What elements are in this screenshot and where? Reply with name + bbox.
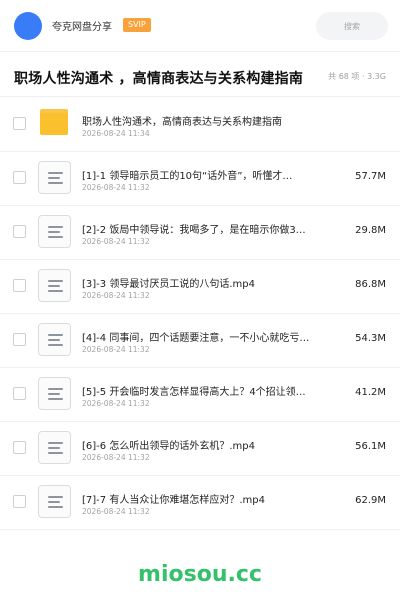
item-name: [4]-4 同事间，四个话题要注意，一不小心就吃亏… bbox=[82, 333, 310, 344]
document-icon bbox=[38, 323, 71, 356]
watermark-text: miosou.cc bbox=[138, 562, 262, 587]
folder-title-bar: 职场人性沟通术 ，高情商表达与关系构建指南 共 68 项 · 3.3G bbox=[0, 53, 400, 97]
share-header: 夸克网盘分享 SVIP bbox=[0, 0, 400, 52]
folder-meta: 共 68 项 · 3.3G bbox=[328, 72, 386, 81]
document-icon bbox=[38, 377, 71, 410]
svip-badge: SVIP bbox=[123, 18, 151, 32]
folder-icon bbox=[40, 109, 68, 135]
item-name: [2]-2 饭局中领导说：我喝多了，是在暗示你做3… bbox=[82, 225, 306, 236]
item-date: 2026-08-24 11:32 bbox=[82, 453, 150, 462]
list-item[interactable]: [4]-4 同事间，四个话题要注意，一不小心就吃亏… 2026-08-24 11… bbox=[0, 314, 400, 368]
document-icon bbox=[38, 269, 71, 302]
item-date: 2026-08-24 11:32 bbox=[82, 183, 150, 192]
list-item[interactable]: [3]-3 领导最讨厌员工说的八句话.mp4 2026-08-24 11:32 … bbox=[0, 260, 400, 314]
select-checkbox[interactable] bbox=[13, 117, 26, 130]
select-checkbox[interactable] bbox=[13, 171, 26, 184]
item-date: 2026-08-24 11:32 bbox=[82, 345, 150, 354]
item-size: 57.7M bbox=[355, 171, 386, 182]
document-icon bbox=[38, 431, 71, 464]
item-size: 62.9M bbox=[355, 495, 386, 506]
list-item[interactable]: [5]-5 开会临时发言怎样显得高大上？4个招让领… 2026-08-24 11… bbox=[0, 368, 400, 422]
item-name: [6]-6 怎么听出领导的话外玄机？.mp4 bbox=[82, 441, 255, 452]
item-name: [5]-5 开会临时发言怎样显得高大上？4个招让领… bbox=[82, 387, 306, 398]
item-name: [1]-1 领导暗示员工的10句“话外音”，听懂才… bbox=[82, 171, 293, 182]
item-name: 职场人性沟通术，高情商表达与关系构建指南 bbox=[82, 117, 282, 128]
select-checkbox[interactable] bbox=[13, 225, 26, 238]
item-size: 56.1M bbox=[355, 441, 386, 452]
select-checkbox[interactable] bbox=[13, 333, 26, 346]
item-date: 2026-08-24 11:34 bbox=[82, 129, 150, 138]
list-item[interactable]: [2]-2 饭局中领导说：我喝多了，是在暗示你做3… 2026-08-24 11… bbox=[0, 206, 400, 260]
item-date: 2026-08-24 11:32 bbox=[82, 237, 150, 246]
search-input[interactable] bbox=[316, 12, 388, 40]
item-date: 2026-08-24 11:32 bbox=[82, 291, 150, 300]
list-item-folder[interactable]: 职场人性沟通术，高情商表达与关系构建指南 2026-08-24 11:34 bbox=[0, 98, 400, 152]
item-date: 2026-08-24 11:32 bbox=[82, 399, 150, 408]
avatar[interactable] bbox=[14, 12, 42, 40]
list-item[interactable]: [7]-7 有人当众让你难堪怎样应对？.mp4 2026-08-24 11:32… bbox=[0, 476, 400, 530]
item-size: 41.2M bbox=[355, 387, 386, 398]
select-checkbox[interactable] bbox=[13, 279, 26, 292]
item-name: [7]-7 有人当众让你难堪怎样应对？.mp4 bbox=[82, 495, 265, 506]
document-icon bbox=[38, 485, 71, 518]
share-owner-name: 夸克网盘分享 bbox=[52, 22, 112, 33]
document-icon bbox=[38, 161, 71, 194]
item-size: 54.3M bbox=[355, 333, 386, 344]
item-size: 29.8M bbox=[355, 225, 386, 236]
item-date: 2026-08-24 11:32 bbox=[82, 507, 150, 516]
page-title: 职场人性沟通术 ，高情商表达与关系构建指南 bbox=[14, 71, 304, 87]
select-checkbox[interactable] bbox=[13, 441, 26, 454]
file-list: 职场人性沟通术，高情商表达与关系构建指南 2026-08-24 11:34 [1… bbox=[0, 98, 400, 530]
document-icon bbox=[38, 215, 71, 248]
item-size: 86.8M bbox=[355, 279, 386, 290]
select-checkbox[interactable] bbox=[13, 495, 26, 508]
list-item[interactable]: [6]-6 怎么听出领导的话外玄机？.mp4 2026-08-24 11:32 … bbox=[0, 422, 400, 476]
item-name: [3]-3 领导最讨厌员工说的八句话.mp4 bbox=[82, 279, 255, 290]
select-checkbox[interactable] bbox=[13, 387, 26, 400]
list-item[interactable]: [1]-1 领导暗示员工的10句“话外音”，听懂才… 2026-08-24 11… bbox=[0, 152, 400, 206]
